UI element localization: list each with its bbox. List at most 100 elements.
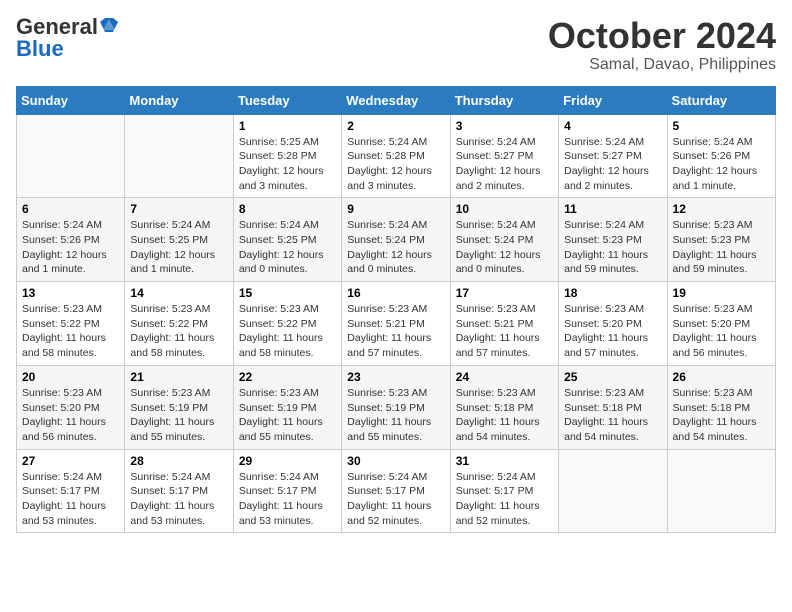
calendar-cell: 3Sunrise: 5:24 AMSunset: 5:27 PMDaylight… bbox=[450, 114, 558, 198]
day-detail: Sunrise: 5:24 AMSunset: 5:26 PMDaylight:… bbox=[22, 218, 119, 277]
day-number: 30 bbox=[347, 454, 444, 468]
day-detail: Sunrise: 5:23 AMSunset: 5:18 PMDaylight:… bbox=[456, 386, 553, 445]
calendar-cell bbox=[125, 114, 233, 198]
day-of-week-header: Thursday bbox=[450, 86, 558, 114]
day-detail: Sunrise: 5:23 AMSunset: 5:20 PMDaylight:… bbox=[22, 386, 119, 445]
day-detail: Sunrise: 5:23 AMSunset: 5:20 PMDaylight:… bbox=[673, 302, 770, 361]
day-number: 22 bbox=[239, 370, 336, 384]
day-of-week-header: Wednesday bbox=[342, 86, 450, 114]
day-number: 7 bbox=[130, 202, 227, 216]
day-detail: Sunrise: 5:24 AMSunset: 5:24 PMDaylight:… bbox=[456, 218, 553, 277]
day-of-week-header: Friday bbox=[559, 86, 667, 114]
logo-triangle-icon bbox=[100, 16, 118, 34]
calendar-cell: 5 Sunrise: 5:24 AMSunset: 5:26 PMDaylight… bbox=[667, 114, 775, 198]
calendar-cell: 7 Sunrise: 5:24 AMSunset: 5:25 PMDaylight… bbox=[125, 198, 233, 282]
calendar-cell: 26Sunrise: 5:23 AMSunset: 5:18 PMDayligh… bbox=[667, 365, 775, 449]
day-detail: Sunrise: 5:24 AMSunset: 5:17 PMDaylight:… bbox=[456, 470, 553, 529]
calendar-cell: 6 Sunrise: 5:24 AMSunset: 5:26 PMDaylight… bbox=[17, 198, 125, 282]
day-number: 18 bbox=[564, 286, 661, 300]
day-number: 12 bbox=[673, 202, 770, 216]
calendar-week-row: 20Sunrise: 5:23 AMSunset: 5:20 PMDayligh… bbox=[17, 365, 776, 449]
day-detail: Sunrise: 5:24 AMSunset: 5:17 PMDaylight:… bbox=[239, 470, 336, 529]
day-detail: Sunrise: 5:23 AMSunset: 5:19 PMDaylight:… bbox=[347, 386, 444, 445]
calendar-cell: 4 Sunrise: 5:24 AMSunset: 5:27 PMDaylight… bbox=[559, 114, 667, 198]
day-of-week-header: Saturday bbox=[667, 86, 775, 114]
day-detail: Sunrise: 5:25 AMSunset: 5:28 PMDaylight:… bbox=[239, 135, 336, 194]
day-number: 4 bbox=[564, 119, 661, 133]
day-detail: Sunrise: 5:23 AMSunset: 5:18 PMDaylight:… bbox=[564, 386, 661, 445]
day-number: 17 bbox=[456, 286, 553, 300]
day-number: 19 bbox=[673, 286, 770, 300]
calendar-cell: 21 Sunrise: 5:23 AMSunset: 5:19 PMDayligh… bbox=[125, 365, 233, 449]
calendar-week-row: 13 Sunrise: 5:23 AMSunset: 5:22 PMDayligh… bbox=[17, 282, 776, 366]
calendar-cell: 22 Sunrise: 5:23 AMSunset: 5:19 PMDayligh… bbox=[233, 365, 341, 449]
day-number: 1 bbox=[239, 119, 336, 133]
day-detail: Sunrise: 5:23 AMSunset: 5:21 PMDaylight:… bbox=[347, 302, 444, 361]
calendar-cell: 19 Sunrise: 5:23 AMSunset: 5:20 PMDayligh… bbox=[667, 282, 775, 366]
day-detail: Sunrise: 5:24 AMSunset: 5:27 PMDaylight:… bbox=[564, 135, 661, 194]
calendar-cell: 1 Sunrise: 5:25 AMSunset: 5:28 PMDaylight… bbox=[233, 114, 341, 198]
day-number: 11 bbox=[564, 202, 661, 216]
day-number: 15 bbox=[239, 286, 336, 300]
calendar-cell bbox=[667, 449, 775, 533]
calendar-cell: 10 Sunrise: 5:24 AMSunset: 5:24 PMDayligh… bbox=[450, 198, 558, 282]
calendar-cell: 8Sunrise: 5:24 AMSunset: 5:25 PMDaylight… bbox=[233, 198, 341, 282]
day-number: 9 bbox=[347, 202, 444, 216]
day-number: 14 bbox=[130, 286, 227, 300]
calendar-cell: 27 Sunrise: 5:24 AMSunset: 5:17 PMDayligh… bbox=[17, 449, 125, 533]
day-number: 8 bbox=[239, 202, 336, 216]
calendar-cell: 17 Sunrise: 5:23 AMSunset: 5:21 PMDayligh… bbox=[450, 282, 558, 366]
calendar-cell bbox=[559, 449, 667, 533]
day-detail: Sunrise: 5:23 AMSunset: 5:22 PMDaylight:… bbox=[239, 302, 336, 361]
header-row: SundayMondayTuesdayWednesdayThursdayFrid… bbox=[17, 86, 776, 114]
day-number: 10 bbox=[456, 202, 553, 216]
day-number: 28 bbox=[130, 454, 227, 468]
day-number: 13 bbox=[22, 286, 119, 300]
day-detail: Sunrise: 5:23 AMSunset: 5:19 PMDaylight:… bbox=[130, 386, 227, 445]
day-detail: Sunrise: 5:23 AMSunset: 5:22 PMDaylight:… bbox=[130, 302, 227, 361]
day-number: 26 bbox=[673, 370, 770, 384]
day-number: 23 bbox=[347, 370, 444, 384]
calendar-cell: 23 Sunrise: 5:23 AMSunset: 5:19 PMDayligh… bbox=[342, 365, 450, 449]
day-number: 3 bbox=[456, 119, 553, 133]
calendar-cell: 12 Sunrise: 5:23 AMSunset: 5:23 PMDayligh… bbox=[667, 198, 775, 282]
day-number: 25 bbox=[564, 370, 661, 384]
calendar-cell: 24 Sunrise: 5:23 AMSunset: 5:18 PMDayligh… bbox=[450, 365, 558, 449]
calendar-cell bbox=[17, 114, 125, 198]
day-of-week-header: Monday bbox=[125, 86, 233, 114]
day-detail: Sunrise: 5:24 AMSunset: 5:23 PMDaylight:… bbox=[564, 218, 661, 277]
day-detail: Sunrise: 5:23 AMSunset: 5:21 PMDaylight:… bbox=[456, 302, 553, 361]
calendar-cell: 2Sunrise: 5:24 AMSunset: 5:28 PMDaylight… bbox=[342, 114, 450, 198]
day-detail: Sunrise: 5:24 AMSunset: 5:24 PMDaylight:… bbox=[347, 218, 444, 277]
calendar-cell: 25 Sunrise: 5:23 AMSunset: 5:18 PMDayligh… bbox=[559, 365, 667, 449]
day-number: 21 bbox=[130, 370, 227, 384]
day-detail: Sunrise: 5:23 AMSunset: 5:19 PMDaylight:… bbox=[239, 386, 336, 445]
day-detail: Sunrise: 5:23 AMSunset: 5:23 PMDaylight:… bbox=[673, 218, 770, 277]
day-detail: Sunrise: 5:24 AMSunset: 5:17 PMDaylight:… bbox=[22, 470, 119, 529]
day-number: 27 bbox=[22, 454, 119, 468]
calendar-cell: 20Sunrise: 5:23 AMSunset: 5:20 PMDayligh… bbox=[17, 365, 125, 449]
calendar-cell: 13Sunrise: 5:23 AMSunset: 5:22 PMDayligh… bbox=[17, 282, 125, 366]
day-of-week-header: Tuesday bbox=[233, 86, 341, 114]
calendar-cell: 28 Sunrise: 5:24 AMSunset: 5:17 PMDayligh… bbox=[125, 449, 233, 533]
month-title: October 2024 bbox=[548, 16, 776, 56]
calendar-week-row: 1 Sunrise: 5:25 AMSunset: 5:28 PMDaylight… bbox=[17, 114, 776, 198]
calendar-cell: 15 Sunrise: 5:23 AMSunset: 5:22 PMDayligh… bbox=[233, 282, 341, 366]
logo: General Blue bbox=[16, 16, 118, 60]
day-number: 16 bbox=[347, 286, 444, 300]
calendar-cell: 31Sunrise: 5:24 AMSunset: 5:17 PMDayligh… bbox=[450, 449, 558, 533]
day-detail: Sunrise: 5:24 AMSunset: 5:17 PMDaylight:… bbox=[130, 470, 227, 529]
day-detail: Sunrise: 5:23 AMSunset: 5:20 PMDaylight:… bbox=[564, 302, 661, 361]
calendar-cell: 11 Sunrise: 5:24 AMSunset: 5:23 PMDayligh… bbox=[559, 198, 667, 282]
day-detail: Sunrise: 5:24 AMSunset: 5:26 PMDaylight:… bbox=[673, 135, 770, 194]
day-number: 6 bbox=[22, 202, 119, 216]
calendar-cell: 14 Sunrise: 5:23 AMSunset: 5:22 PMDayligh… bbox=[125, 282, 233, 366]
day-number: 29 bbox=[239, 454, 336, 468]
calendar-cell: 9 Sunrise: 5:24 AMSunset: 5:24 PMDaylight… bbox=[342, 198, 450, 282]
calendar-cell: 30Sunrise: 5:24 AMSunset: 5:17 PMDayligh… bbox=[342, 449, 450, 533]
logo-general-text: General bbox=[16, 16, 98, 38]
day-of-week-header: Sunday bbox=[17, 86, 125, 114]
day-number: 24 bbox=[456, 370, 553, 384]
day-detail: Sunrise: 5:24 AMSunset: 5:25 PMDaylight:… bbox=[130, 218, 227, 277]
day-number: 5 bbox=[673, 119, 770, 133]
